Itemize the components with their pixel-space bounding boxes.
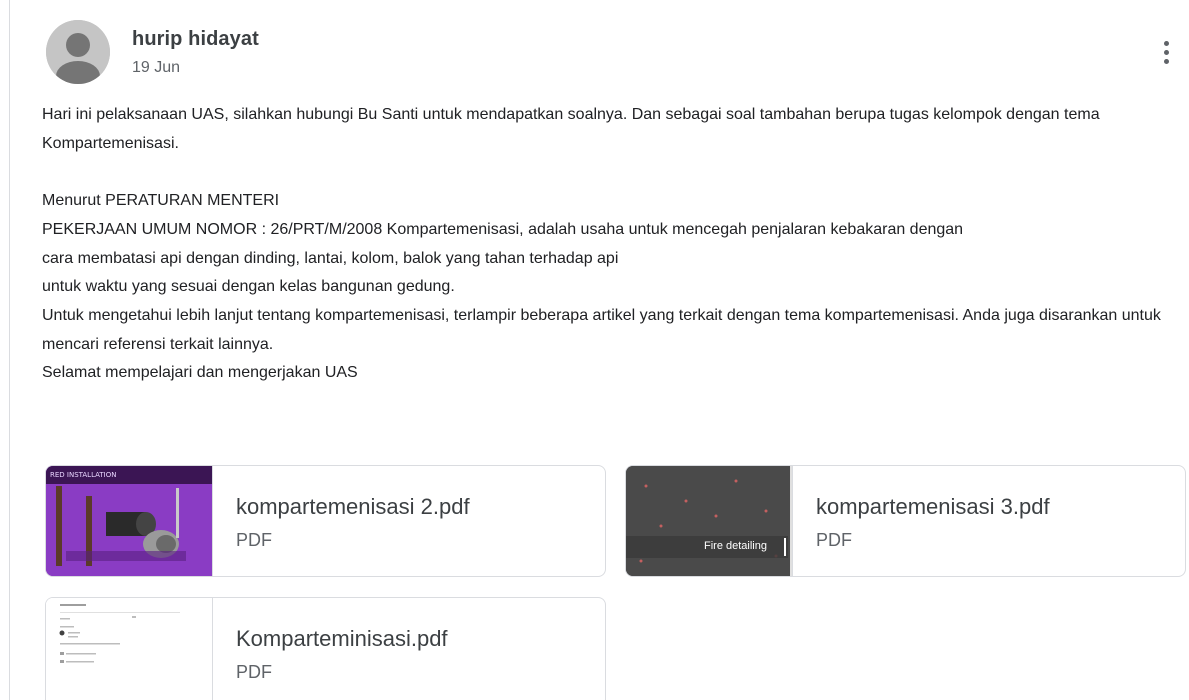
attachment-card[interactable]: Komparteminisasi.pdf PDF xyxy=(45,597,606,700)
pdf-thumbnail xyxy=(46,598,213,700)
more-vertical-icon xyxy=(1163,40,1169,46)
more-options-button[interactable] xyxy=(1148,32,1184,72)
more-vertical-icon-dot xyxy=(1163,49,1169,55)
attachment-type: PDF xyxy=(236,662,272,682)
pdf-thumbnail: RED INSTALLATION xyxy=(46,466,213,576)
post-paragraph: Hari ini pelaksanaan UAS, silahkan hubun… xyxy=(42,106,1100,152)
announcement-post: hurip hidayat 19 Jun Hari ini pelaksanaa… xyxy=(10,0,1189,700)
document-thumbnail-icon xyxy=(46,598,212,700)
more-vertical-icon-dot xyxy=(1163,58,1169,64)
author-name: hurip hidayat xyxy=(132,28,259,50)
attachment-type: PDF xyxy=(816,530,852,550)
pdf-thumbnail: Fire detailing xyxy=(626,466,793,576)
avatar[interactable] xyxy=(46,20,110,84)
attachment-card[interactable]: Fire detailing kompartemenisasi 3.pdf PD… xyxy=(625,465,1186,577)
user-avatar-icon xyxy=(46,20,110,84)
post-date: 19 Jun xyxy=(132,59,181,76)
thumbnail-caption: RED INSTALLATION xyxy=(50,471,116,479)
attachment-name[interactable]: kompartemenisasi 3.pdf xyxy=(816,494,1050,520)
pipe-installation-thumbnail-icon: RED INSTALLATION xyxy=(46,466,212,576)
attachment-name[interactable]: kompartemenisasi 2.pdf xyxy=(236,494,470,520)
attachment-card[interactable]: RED INSTALLATION kompartemenisasi 2.pdf … xyxy=(45,465,606,577)
post-body: Hari ini pelaksanaan UAS, silahkan hubun… xyxy=(42,101,1177,388)
thumbnail-caption: Fire detailing xyxy=(704,540,767,552)
fire-detailing-thumbnail-icon: Fire detailing xyxy=(626,466,792,576)
attachment-type: PDF xyxy=(236,530,272,550)
post-paragraph: Menurut PERATURAN MENTERI PEKERJAAN UMUM… xyxy=(42,192,1161,382)
attachment-name[interactable]: Komparteminisasi.pdf xyxy=(236,626,448,652)
